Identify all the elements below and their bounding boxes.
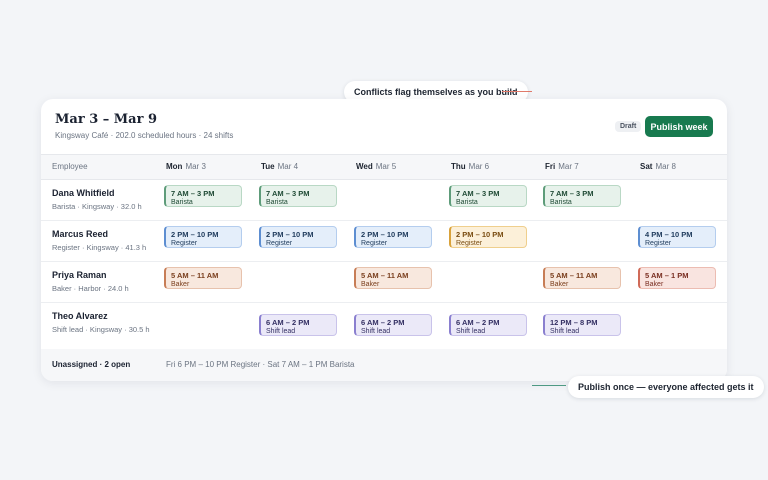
shift-time: 5 AM – 11 AM <box>361 271 409 280</box>
status-badge: Draft <box>615 121 642 132</box>
shift-block[interactable]: 12 PM – 8 PM Shift lead <box>543 314 621 336</box>
shift-role: Baker <box>361 281 380 288</box>
shift-time: 12 PM – 8 PM <box>550 318 598 327</box>
day-date: Mar 3 <box>185 162 206 171</box>
conflict-shift-block[interactable]: 2 PM – 10 PM Register <box>449 226 527 248</box>
shift-block[interactable]: 6 AM – 2 PM Shift lead <box>354 314 432 336</box>
shift-block[interactable]: 7 AM – 3 PM Barista <box>543 185 621 207</box>
employee-row-priya: Priya Raman Baker · Harbor · 24.0 h 5 AM… <box>41 262 727 303</box>
shift-block[interactable]: 2 PM – 10 PM Register <box>354 226 432 248</box>
shift-time: 6 AM – 2 PM <box>456 318 500 327</box>
shift-time: 7 AM – 3 PM <box>266 189 310 198</box>
employee-column-header: Employee <box>52 162 88 171</box>
shift-time: 2 PM – 10 PM <box>456 230 504 239</box>
employee-name[interactable]: Priya Raman <box>52 270 107 280</box>
shift-role: Register <box>266 240 293 247</box>
employee-name[interactable]: Dana Whitfield <box>52 188 115 198</box>
shift-block[interactable]: 2 PM – 10 PM Register <box>164 226 242 248</box>
day-name: Thu <box>451 162 466 171</box>
shift-block[interactable]: 4 PM – 10 PM Register <box>638 226 716 248</box>
day-date: Mar 7 <box>558 162 579 171</box>
shift-role: Barista <box>550 199 572 206</box>
day-header-mon[interactable]: Mon Mar 3 <box>166 162 206 171</box>
schedule-summary: Kingsway Café · 202.0 scheduled hours · … <box>55 131 234 140</box>
day-date: Mar 5 <box>375 162 397 171</box>
shift-role: Barista <box>456 199 478 206</box>
shift-time: 7 AM – 3 PM <box>550 189 594 198</box>
unassigned-label: Unassigned · 2 open <box>52 360 131 369</box>
shift-role: Register <box>361 240 388 247</box>
shift-role: Barista <box>266 199 288 206</box>
schedule-card: Mar 3 – Mar 9 Kingsway Café · 202.0 sche… <box>41 99 727 381</box>
shift-time: 5 AM – 11 AM <box>550 271 598 280</box>
shift-block[interactable]: 5 AM – 11 AM Baker <box>164 267 242 289</box>
shift-time: 2 PM – 10 PM <box>171 230 219 239</box>
employee-meta: Baker · Harbor · 24.0 h <box>52 284 129 293</box>
employee-row-theo: Theo Alvarez Shift lead · Kingsway · 30.… <box>41 303 727 353</box>
employee-row-marcus: Marcus Reed Register · Kingsway · 41.3 h… <box>41 221 727 262</box>
shift-time: 6 AM – 2 PM <box>266 318 310 327</box>
shift-role: Baker <box>645 281 664 288</box>
day-header-sat[interactable]: Sat Mar 8 <box>640 162 676 171</box>
shift-time: 5 AM – 11 AM <box>171 271 219 280</box>
shift-role: Shift lead <box>550 328 580 335</box>
shift-role: Register <box>171 240 198 247</box>
day-date: Mar 4 <box>277 162 299 171</box>
publish-week-button[interactable]: Publish week <box>645 116 713 137</box>
day-date: Mar 8 <box>655 162 676 171</box>
callout-leader-line <box>532 385 566 386</box>
shift-block[interactable]: 5 AM – 11 AM Baker <box>354 267 432 289</box>
day-date: Mar 6 <box>468 162 490 171</box>
employee-meta: Shift lead · Kingsway · 30.5 h <box>52 325 150 334</box>
shift-time: 4 PM – 10 PM <box>645 230 693 239</box>
shift-role: Shift lead <box>266 328 296 335</box>
day-name: Fri <box>545 162 556 171</box>
day-name: Mon <box>166 162 183 171</box>
day-header-fri[interactable]: Fri Mar 7 <box>545 162 579 171</box>
day-name: Wed <box>356 162 373 171</box>
day-name: Tue <box>261 162 275 171</box>
shift-time: 2 PM – 10 PM <box>361 230 409 239</box>
day-header-thu[interactable]: Thu Mar 6 <box>451 162 489 171</box>
shift-time: 7 AM – 3 PM <box>456 189 500 198</box>
grid-header-row: Employee Mon Mar 3 Tue Mar 4 Wed Mar 5 Thu M… <box>41 154 727 180</box>
shift-time: 7 AM – 3 PM <box>171 189 215 198</box>
shift-block[interactable]: 2 PM – 10 PM Register <box>259 226 337 248</box>
week-title: Mar 3 – Mar 9 <box>55 112 158 127</box>
schedule-header: Mar 3 – Mar 9 Kingsway Café · 202.0 sche… <box>41 99 727 154</box>
shift-role: Shift lead <box>361 328 391 335</box>
employee-name[interactable]: Theo Alvarez <box>52 311 108 321</box>
shift-role: Register <box>456 240 483 247</box>
employee-row-dana: Dana Whitfield Barista · Kingsway · 32.0… <box>41 180 727 221</box>
shift-block[interactable]: 5 AM – 11 AM Baker <box>543 267 621 289</box>
employee-name[interactable]: Marcus Reed <box>52 229 108 239</box>
callout-leader-line <box>502 91 532 92</box>
shift-role: Baker <box>171 281 190 288</box>
day-header-wed[interactable]: Wed Mar 5 <box>356 162 396 171</box>
shift-block[interactable]: 6 AM – 2 PM Shift lead <box>259 314 337 336</box>
shift-role: Shift lead <box>456 328 486 335</box>
open-shifts-list[interactable]: Fri 6 PM – 10 PM Register · Sat 7 AM – 1… <box>166 360 355 369</box>
shift-block[interactable]: 7 AM – 3 PM Barista <box>449 185 527 207</box>
day-name: Sat <box>640 162 653 171</box>
publish-callout: Publish once — everyone affected gets it <box>568 376 764 398</box>
shift-time: 2 PM – 10 PM <box>266 230 314 239</box>
day-header-tue[interactable]: Tue Mar 4 <box>261 162 298 171</box>
shift-block[interactable]: 7 AM – 3 PM Barista <box>259 185 337 207</box>
shift-block[interactable]: 6 AM – 2 PM Shift lead <box>449 314 527 336</box>
shift-time: 6 AM – 2 PM <box>361 318 405 327</box>
shift-block[interactable]: 7 AM – 3 PM Barista <box>164 185 242 207</box>
employee-meta: Register · Kingsway · 41.3 h <box>52 243 147 252</box>
employee-meta: Barista · Kingsway · 32.0 h <box>52 202 142 211</box>
shift-block[interactable]: 5 AM – 1 PM Baker <box>638 267 716 289</box>
shift-time: 5 AM – 1 PM <box>645 271 689 280</box>
shift-role: Baker <box>550 281 569 288</box>
shift-role: Barista <box>171 199 193 206</box>
shift-role: Register <box>645 240 672 247</box>
